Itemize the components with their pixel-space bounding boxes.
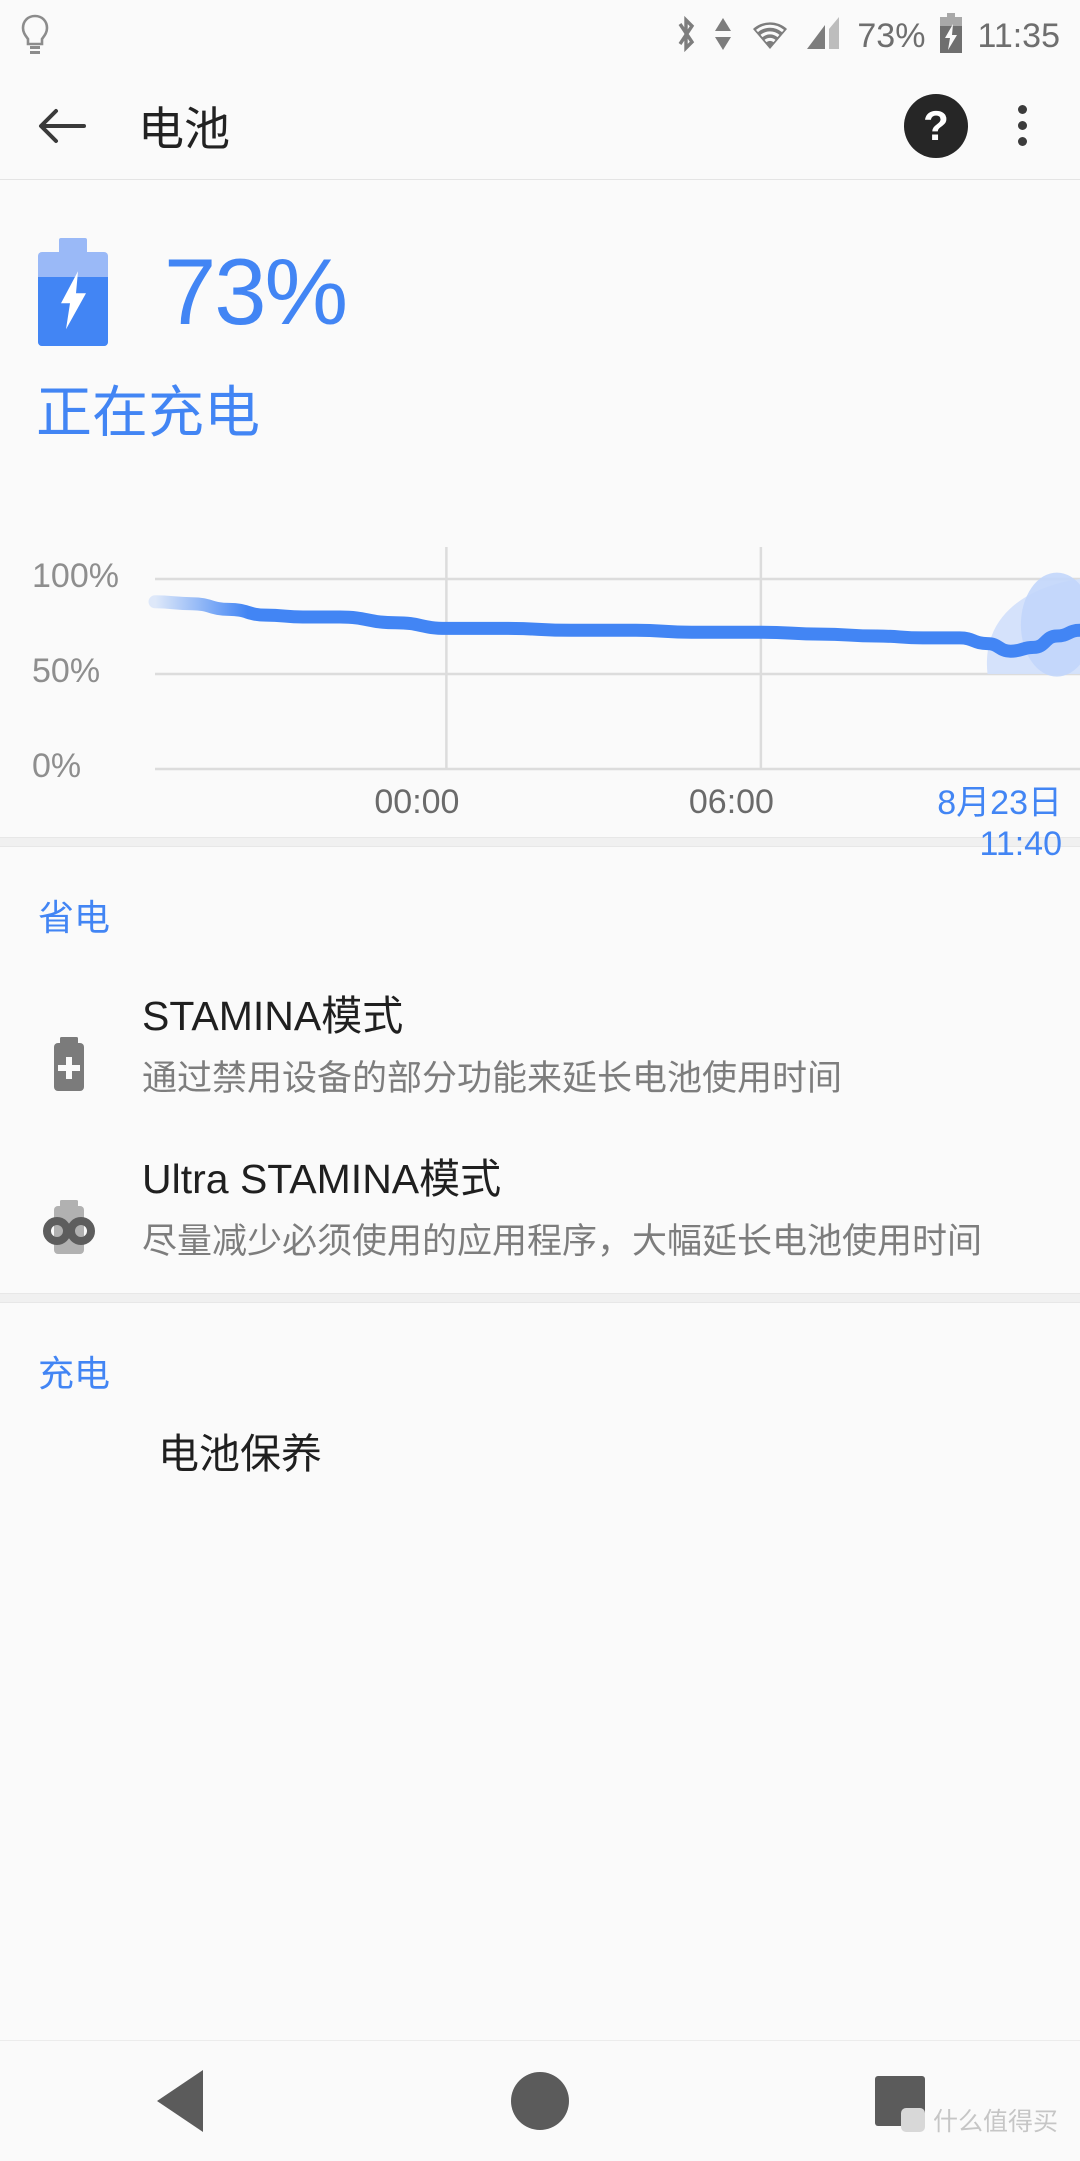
battery-summary-card: 73% 正在充电 [0, 180, 1080, 489]
status-bar: 73% 11:35 [0, 0, 1080, 72]
section-divider [0, 837, 1080, 847]
list-item-subtitle: 尽量减少必须使用的应用程序，大幅延长电池使用时间 [142, 1222, 983, 1262]
main-content: 73% 正在充电 100% 50% 0% 00:00 06:00 8月23日 1… [0, 180, 1080, 1483]
chart-xtick-0000: 00:00 [374, 783, 460, 821]
nav-back-button[interactable] [120, 2041, 240, 2161]
navigation-bar [0, 2040, 1080, 2160]
list-item-title: 电池保养 [158, 1431, 322, 1478]
chart-xtick-0600: 06:00 [688, 783, 774, 821]
section-power-saving: 省电 STAMINA模式 通过禁用设备的部分功能来延长电池使用时间 Ultra … [0, 847, 1080, 1293]
status-bar-left [20, 13, 673, 59]
lightbulb-icon [20, 13, 50, 59]
watermark: 什么值得买 [900, 2102, 1058, 2138]
list-item-title: Ultra STAMINA模式 [142, 1156, 502, 1203]
battery-level-row: 73% [0, 238, 1080, 346]
battery-percent-text: 73% [164, 239, 348, 344]
chart-ytick-50: 50% [32, 652, 101, 690]
section-header-charging: 充电 [38, 1353, 111, 1395]
back-arrow-icon[interactable] [34, 98, 90, 154]
section-header-power-saving: 省电 [38, 897, 111, 938]
list-item-title: STAMINA模式 [142, 993, 404, 1039]
wifi-icon [747, 15, 793, 58]
back-triangle-icon [157, 2069, 203, 2132]
watermark-text: 什么值得买 [932, 2108, 1058, 2136]
battery-infinity-icon [38, 1196, 100, 1258]
nav-home-button[interactable] [480, 2041, 600, 2161]
help-icon[interactable]: ? [904, 93, 968, 158]
charging-status-text: 正在充电 [36, 381, 260, 444]
chart-ytick-0: 0% [32, 747, 82, 785]
nav-recents-button[interactable] [840, 2041, 960, 2161]
list-item-text: STAMINA模式 通过禁用设备的部分功能来延长电池使用时间 [142, 985, 1046, 1104]
status-bar-right: 73% 11:35 [673, 12, 1060, 60]
battery-charging-icon [937, 12, 965, 60]
battery-history-chart: 100% 50% 0% 00:00 06:00 8月23日 11:40 [0, 547, 1080, 863]
chart-ytick-100: 100% [32, 557, 119, 595]
status-time: 11:35 [977, 16, 1060, 55]
page-title: 电池 [138, 102, 230, 155]
overflow-menu-icon[interactable] [998, 94, 1046, 158]
chart-end-time: 11:40 [979, 824, 1062, 863]
cellular-signal-icon [805, 15, 845, 58]
watermark-logo-icon [900, 2108, 925, 2132]
bluetooth-icon [673, 14, 699, 59]
list-item-text: Ultra STAMINA模式 尽量减少必须使用的应用程序，大幅延长电池使用时间 [142, 1148, 1046, 1267]
battery-plus-icon [38, 1033, 100, 1095]
chart-end-label: 8月23日 11:40 [937, 783, 1062, 865]
chart-end-date: 8月23日 [937, 784, 1062, 822]
data-transfer-icon [711, 14, 735, 59]
battery-charging-large-icon [38, 238, 108, 346]
app-bar: 电池 ? [0, 72, 1080, 180]
list-item-stamina-mode[interactable]: STAMINA模式 通过禁用设备的部分功能来延长电池使用时间 [0, 967, 1080, 1130]
section-divider-2 [0, 1293, 1080, 1304]
list-item-ultra-stamina-mode[interactable]: Ultra STAMINA模式 尽量减少必须使用的应用程序，大幅延长电池使用时间 [0, 1130, 1080, 1293]
status-battery-percent: 73% [857, 16, 926, 55]
list-item-battery-care[interactable]: 电池保养 [0, 1423, 1080, 1482]
section-charging: 充电 电池保养 [0, 1303, 1080, 1482]
home-circle-icon [511, 2071, 569, 2130]
list-item-text: 电池保养 [38, 1423, 1046, 1482]
list-item-subtitle: 通过禁用设备的部分功能来延长电池使用时间 [142, 1059, 843, 1099]
